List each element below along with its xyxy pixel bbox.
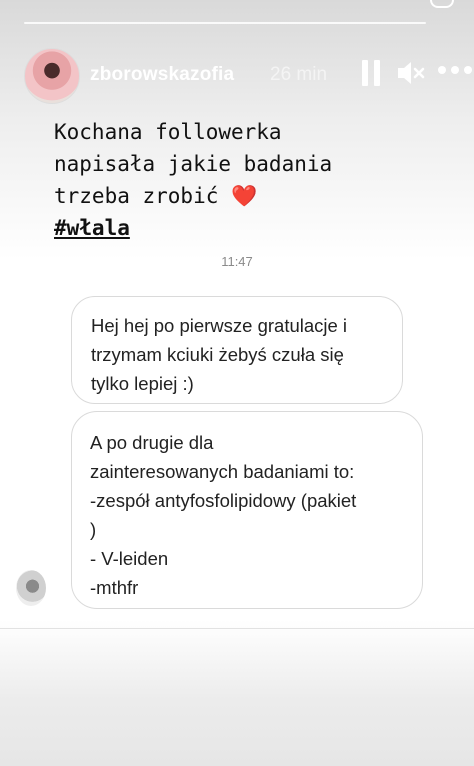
story-caption: Kochana followerka napisała jakie badani… [54,116,454,244]
caption-text: trzeba zrobić [54,184,219,208]
story-progress-bar [24,22,426,25]
message-bubble: Hej hej po pierwsze gratulacje i trzymam… [71,296,403,404]
message-line: trzymam kciuki żebyś czuła się [91,344,344,365]
more-icon[interactable] [438,66,474,78]
message-line: Hej hej po pierwsze gratulacje i [91,315,348,336]
message-line: zainteresowanych badaniami to: [90,461,355,482]
message-line: ) [90,519,97,540]
hashtag-link[interactable]: #włala [54,212,454,244]
message-line: - V-leiden [90,548,169,569]
progress-segment [24,22,426,24]
caption-line: trzeba zrobić ❤️ [54,180,454,212]
caption-line: napisała jakie badania [54,152,333,176]
avatar[interactable] [24,48,80,104]
message-line: -mthfr [90,577,139,598]
heart-icon: ❤️ [231,184,258,208]
message-timestamp: 11:47 [221,254,253,269]
mute-icon[interactable] [396,58,426,88]
divider [0,628,474,629]
story-header: zborowskazofia 26 min [24,48,474,104]
pause-icon[interactable] [362,60,380,86]
caption-line: Kochana followerka [54,120,282,144]
username[interactable]: zborowskazofia [90,64,234,86]
message-line: -zespół antyfosfolipidowy (pakiet [90,490,357,511]
sender-avatar [16,570,46,606]
message-line: A po drugie dla [90,432,214,453]
message-bubble: A po drugie dla zainteresowanych badania… [71,411,423,609]
message-line: tylko lepiej :) [91,373,194,394]
time-ago: 26 min [270,64,328,85]
